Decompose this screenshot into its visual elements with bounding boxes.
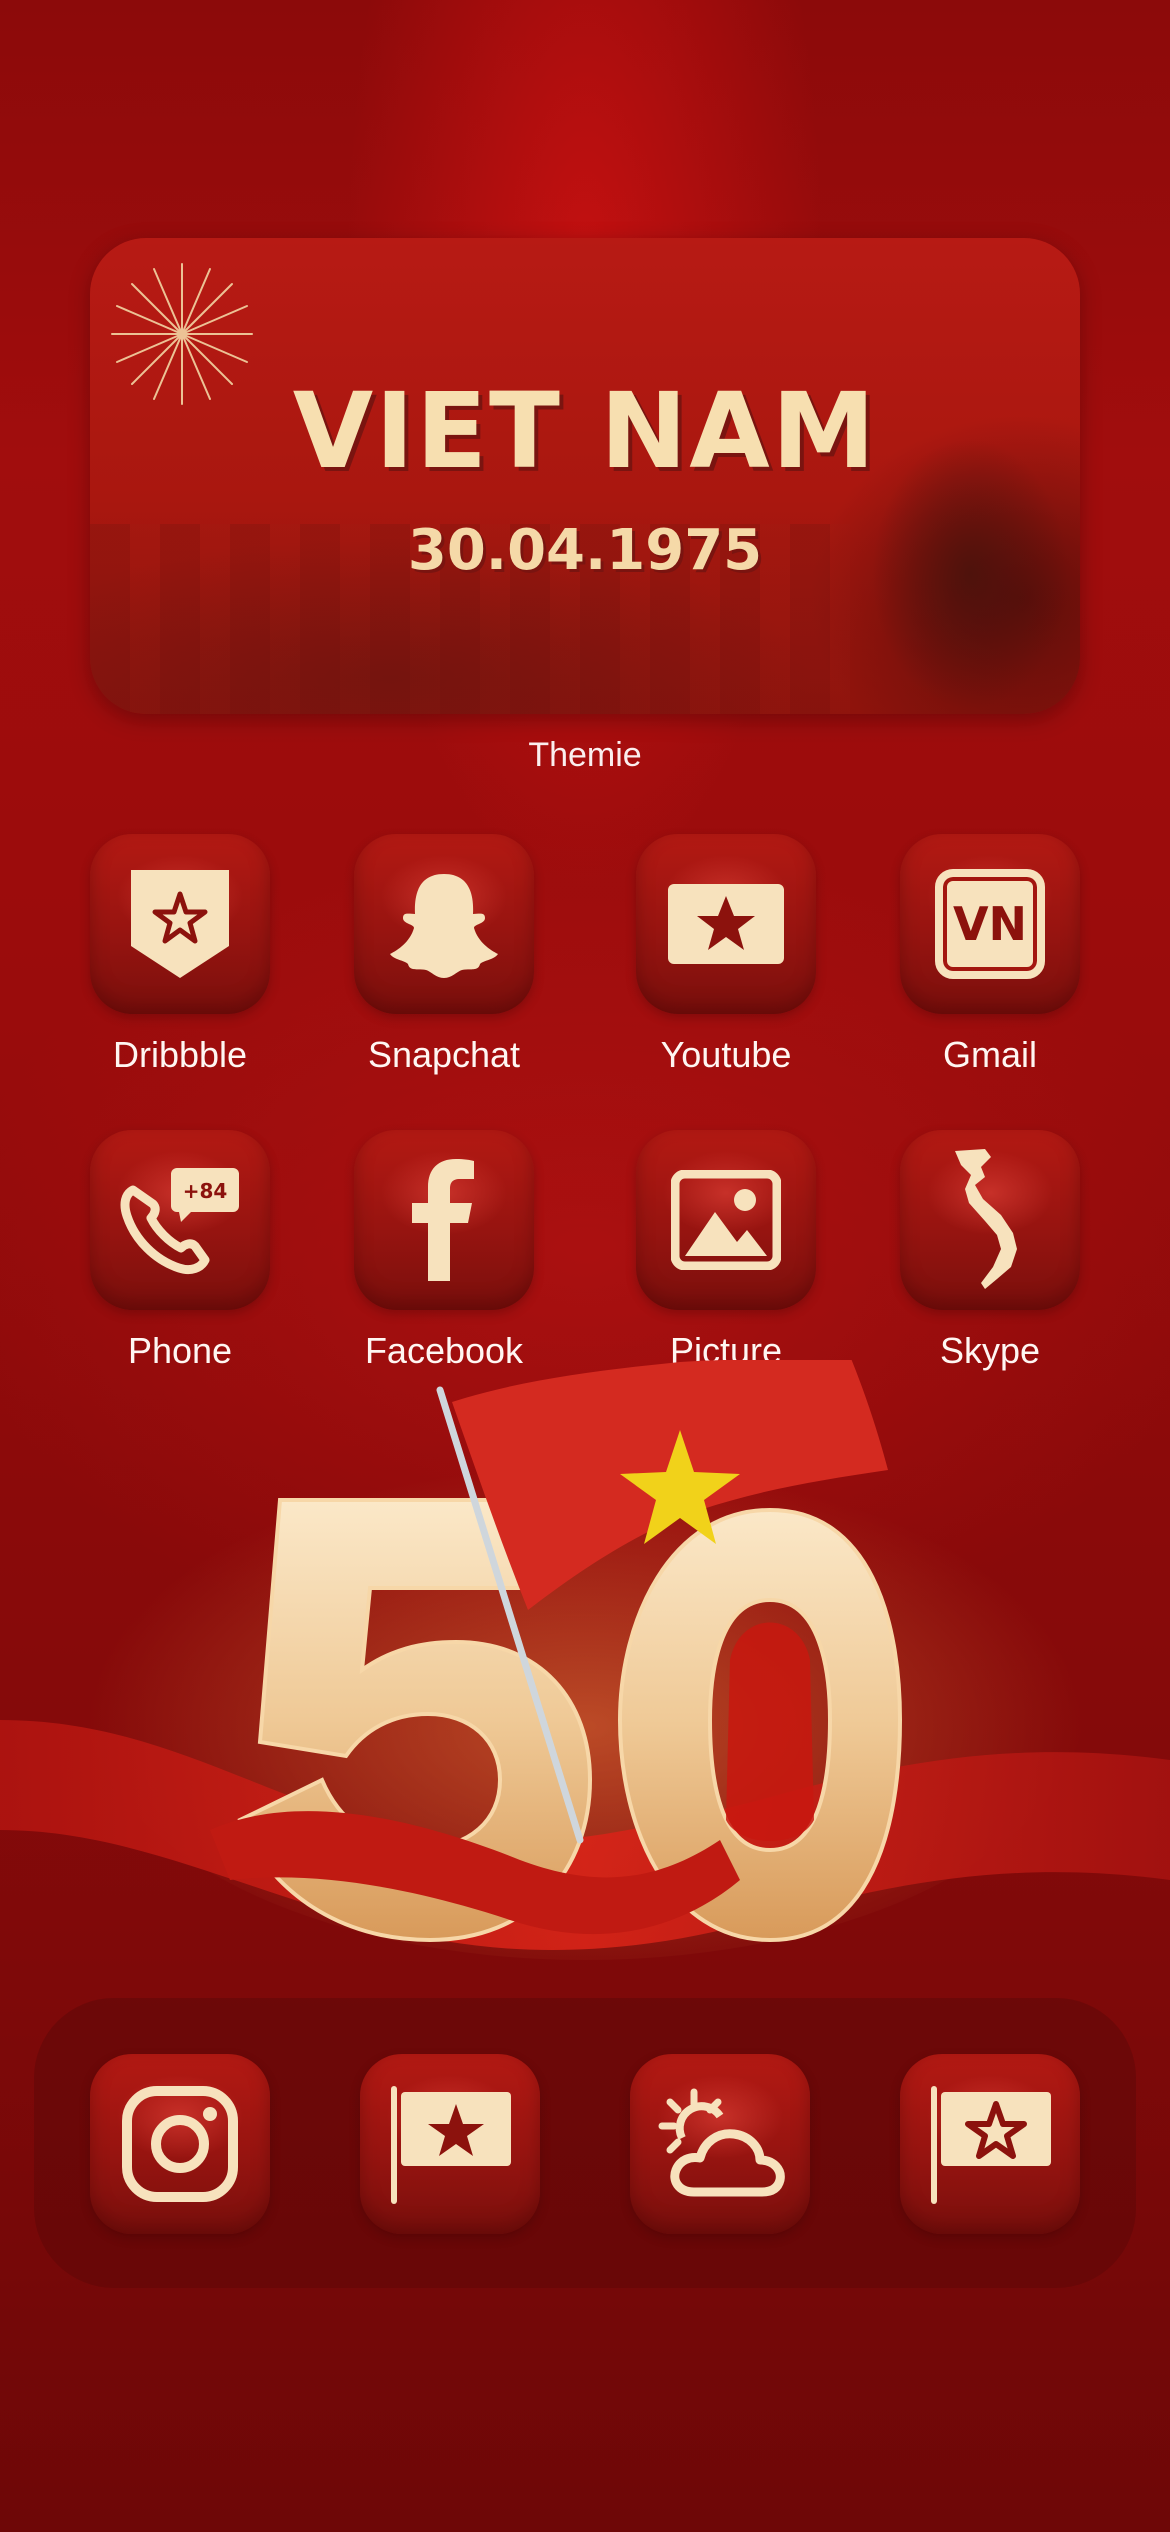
app-tile: [636, 1130, 816, 1310]
app-picture[interactable]: Picture: [636, 1130, 816, 1371]
app-facebook[interactable]: Facebook: [354, 1130, 534, 1371]
weather-sun-cloud-icon: [658, 2088, 785, 2197]
app-tile: [900, 1130, 1080, 1310]
widget-label: Themie: [528, 736, 642, 774]
picture-icon: [671, 1170, 781, 1270]
app-tile: [354, 1130, 534, 1310]
anniversary-artwork: [0, 1360, 1170, 1960]
facebook-icon: [412, 1159, 474, 1281]
ghost-icon: [390, 874, 498, 978]
app-skype[interactable]: Skype: [900, 1130, 1080, 1371]
app-tile: [90, 2054, 270, 2234]
dock-instagram[interactable]: [90, 2054, 270, 2234]
widget-title: VIET NAM: [292, 370, 878, 492]
app-phone[interactable]: +84 Phone: [90, 1130, 270, 1371]
app-label: Gmail: [942, 1034, 1037, 1075]
phone-icon: +84: [120, 1168, 239, 1275]
dock-weather[interactable]: [630, 2054, 810, 2234]
flag-star-icon: [668, 884, 784, 964]
app-label: Dribbble: [112, 1034, 248, 1075]
app-tile: [354, 834, 534, 1014]
app-tile: [90, 834, 270, 1014]
instagram-icon: [122, 2086, 238, 2202]
widget-date: 30.04.1975: [407, 518, 763, 583]
vietnam-widget[interactable]: VIET NAM 30.04.1975: [90, 238, 1080, 714]
app-tile: [636, 834, 816, 1014]
app-dribbble[interactable]: Dribbble: [90, 834, 270, 1075]
app-gmail[interactable]: VN Gmail: [900, 834, 1080, 1075]
vn-badge-text: VN: [952, 897, 1028, 951]
app-tile: [360, 2054, 540, 2234]
app-snapchat[interactable]: Snapchat: [354, 834, 534, 1075]
app-tile: [630, 2054, 810, 2234]
app-tile: VN: [900, 834, 1080, 1014]
flag-star-pennant-icon: [131, 870, 229, 978]
app-label: Youtube: [660, 1034, 792, 1075]
app-tile: [900, 2054, 1080, 2234]
app-youtube[interactable]: Youtube: [636, 834, 816, 1075]
phone-badge: +84: [183, 1179, 228, 1203]
dock-flag-pole-star[interactable]: [360, 2054, 540, 2234]
flag-pole-star-outline-icon: [931, 2086, 1051, 2204]
flag-pole-star-icon: [391, 2086, 511, 2204]
vn-badge-icon: VN: [935, 869, 1045, 979]
app-label: Snapchat: [367, 1034, 521, 1075]
dock-flag-pole-star-outline[interactable]: [900, 2054, 1080, 2234]
app-tile: +84: [90, 1130, 270, 1310]
vietnam-map-icon: [955, 1149, 1017, 1289]
